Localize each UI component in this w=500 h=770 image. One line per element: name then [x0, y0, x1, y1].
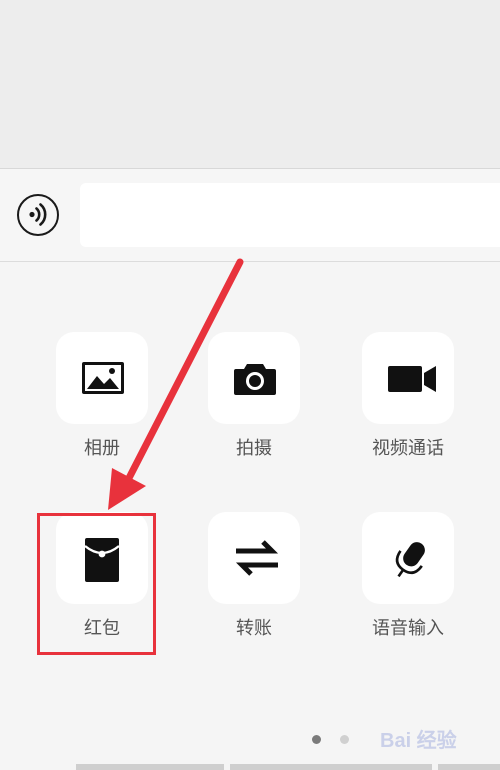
- page-dot-active[interactable]: [312, 735, 321, 744]
- tool-tile[interactable]: [208, 332, 300, 424]
- bottom-strip-segment: [230, 764, 432, 770]
- microphone-icon: [395, 542, 425, 578]
- more-tools-panel: 相册 拍摄 视频通话 红包 转账 语音输入: [0, 262, 500, 770]
- video-call-icon: [388, 366, 436, 392]
- chat-message-area: [0, 0, 500, 168]
- tool-label: 相册: [84, 438, 120, 458]
- tool-transfer[interactable]: 转账: [194, 512, 314, 642]
- tool-tile[interactable]: [208, 512, 300, 604]
- photo-album-icon: [82, 362, 124, 394]
- page-indicator: [312, 735, 352, 745]
- tool-tile[interactable]: [362, 332, 454, 424]
- voice-mode-button[interactable]: [17, 194, 59, 236]
- tool-label: 语音输入: [372, 618, 444, 638]
- bottom-strip-segment: [438, 764, 500, 770]
- tool-video-call[interactable]: 视频通话: [348, 332, 468, 462]
- bottom-strip-segment: [76, 764, 224, 770]
- camera-icon: [234, 364, 276, 395]
- red-packet-icon: [84, 538, 120, 582]
- tool-camera[interactable]: 拍摄: [194, 332, 314, 462]
- tool-tile[interactable]: [362, 512, 454, 604]
- bottom-strip: [0, 764, 500, 770]
- chat-input-bar: [0, 168, 500, 262]
- tool-tile[interactable]: [56, 332, 148, 424]
- message-input[interactable]: [80, 183, 500, 247]
- tool-red-packet[interactable]: 红包: [42, 512, 162, 642]
- tool-label: 转账: [236, 618, 272, 638]
- tool-photo-album[interactable]: 相册: [42, 332, 162, 462]
- tool-voice-input[interactable]: 语音输入: [348, 512, 468, 642]
- tool-label: 拍摄: [236, 438, 272, 458]
- tool-tile[interactable]: [56, 512, 148, 604]
- tool-label: 视频通话: [372, 438, 444, 458]
- tool-label: 红包: [84, 618, 120, 638]
- page-dot-inactive[interactable]: [340, 735, 349, 744]
- voice-wave-icon: [29, 203, 47, 226]
- transfer-arrows-icon: [235, 540, 279, 576]
